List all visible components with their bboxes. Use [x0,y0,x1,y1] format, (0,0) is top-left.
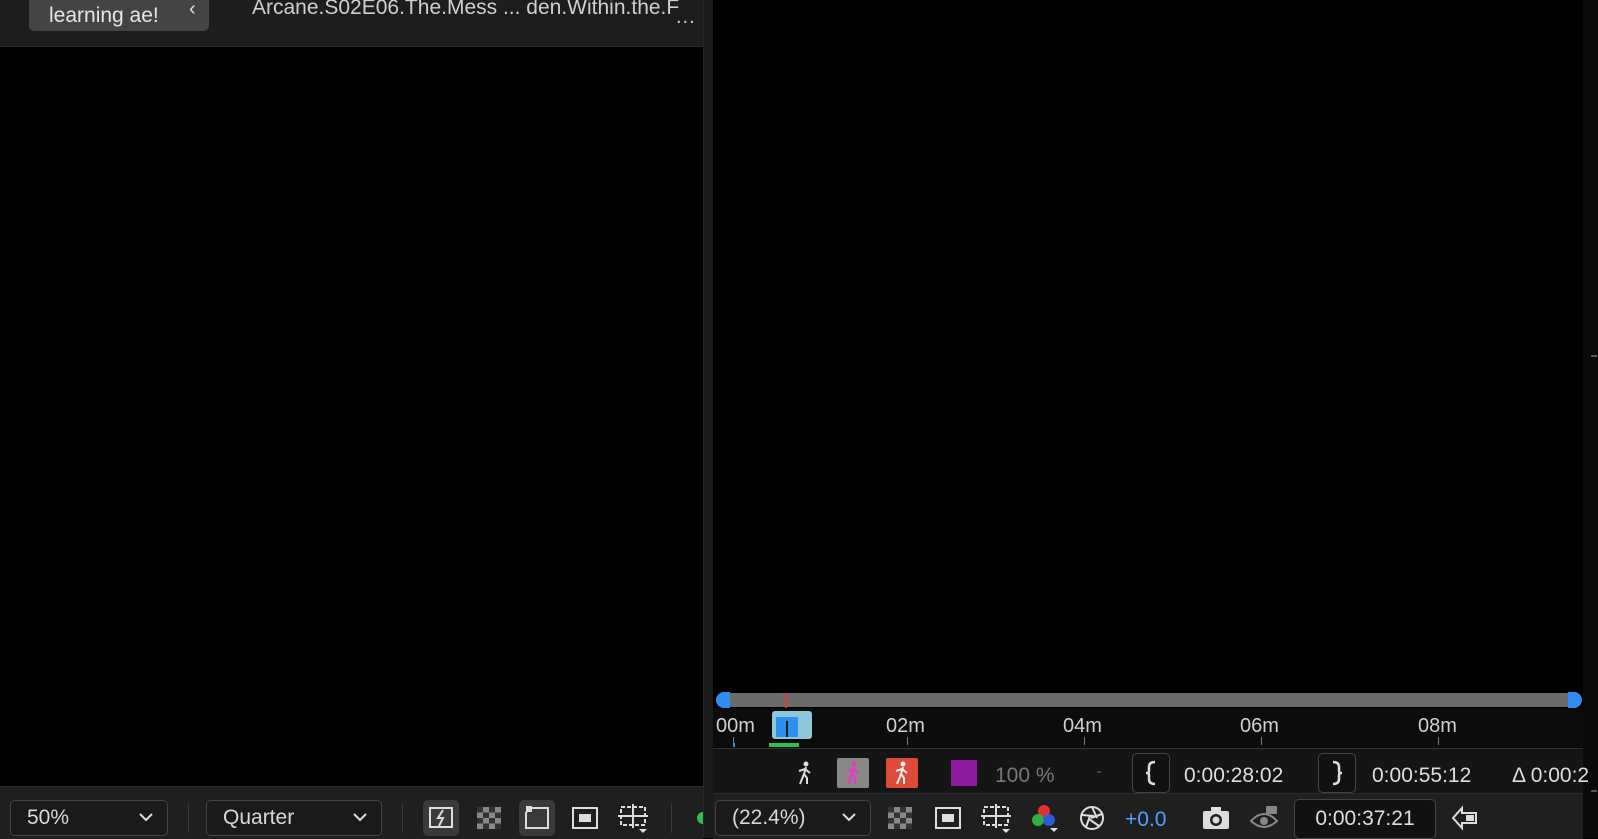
separator-dot [1097,771,1101,773]
reset-exposure-arrow-icon [1451,805,1477,831]
edit-target-button[interactable] [1447,800,1483,836]
grid-guides-icon [981,804,1011,833]
walking-person-icon [798,761,811,785]
footage-viewer[interactable] [713,0,1583,685]
navigator-start-handle[interactable] [716,692,730,708]
region-of-interest-icon [935,807,961,829]
toolbar-divider [188,803,189,833]
current-time-field[interactable]: 0:00:37:21 [1294,799,1436,839]
current-time-indicator[interactable] [776,717,798,737]
in-bracket-icon [1145,760,1156,786]
ruler-label: 02m [886,715,925,737]
ruler-label: 06m [1240,715,1279,737]
out-bracket-icon [1332,760,1343,786]
ruler-tick [907,737,908,745]
region-of-interest-button[interactable] [930,800,966,836]
panel-divider[interactable] [703,0,713,838]
fast-previews-icon [429,807,453,828]
exposure-value[interactable]: +0.0 [1125,808,1166,832]
show-snapshot-eye-icon [1249,806,1279,828]
reset-exposure-button[interactable] [1074,800,1110,836]
transparency-grid-button[interactable] [471,800,507,836]
camera-icon [1203,807,1229,829]
chevron-down-icon [139,813,153,822]
ruler-tick [1261,737,1262,745]
cached-frames-bar [769,743,799,747]
zoom-value: (22.4%) [732,806,806,829]
toolbar-divider [402,803,403,833]
ruler-tick [1438,737,1439,745]
in-point-timecode[interactable]: 0:00:28:02 [1184,764,1283,788]
right-panel-edge [1583,0,1598,838]
lift-extract-button[interactable] [886,758,918,788]
set-in-point-button[interactable] [1132,753,1170,793]
playhead-icon [776,717,798,737]
overlay-person-icon [846,761,859,785]
chevron-down-icon [353,813,367,822]
tab-learning-ae[interactable]: learning ae! ‹ [29,0,209,31]
region-of-interest-icon [572,807,598,829]
ripple-insert-button[interactable] [792,759,818,787]
opacity-value: 100 % [995,764,1055,787]
aperture-icon [1080,806,1104,830]
layer-color-swatch[interactable] [951,760,977,786]
mask-path-icon [525,806,549,829]
in-marker [733,743,735,747]
grid-guide-options-button[interactable] [978,800,1014,836]
resolution-value: Quarter [223,806,295,829]
edge-marker [1591,790,1597,792]
ruler-tick [1084,737,1085,745]
region-of-interest-button[interactable] [567,800,603,836]
chevron-down-icon [842,813,856,822]
magnification-dropdown[interactable]: 50% [10,800,168,836]
ruler-label: 08m [1418,715,1457,737]
tab-arcane-comp[interactable]: Arcane.S02E06.The.Mess ... den.Within.th… [252,0,679,20]
magnification-value: 50% [27,806,70,829]
chevron-left-icon[interactable]: ‹ [189,0,196,21]
zoom-dropdown[interactable]: (22.4%) [715,800,871,836]
set-out-point-button[interactable] [1318,753,1356,793]
extract-person-icon [895,761,908,785]
toolbar-divider [671,803,672,833]
navigator-end-handle[interactable] [1568,692,1582,708]
transparency-grid-button[interactable] [882,800,918,836]
rgb-channels-icon [1032,805,1058,832]
resolution-dropdown[interactable]: Quarter [206,800,382,836]
current-timecode: 0:00:37:21 [1315,807,1415,830]
ruler-label: 04m [1063,715,1102,737]
ruler-label: 00m [716,715,755,737]
show-snapshot-button[interactable] [1246,800,1282,836]
out-point-timecode[interactable]: 0:00:55:12 [1372,764,1471,788]
take-snapshot-button[interactable] [1198,800,1234,836]
duration-timecode: Δ 0:00:2 [1512,764,1590,787]
left-composition-viewer[interactable] [0,47,703,785]
mask-visibility-button[interactable] [519,800,555,836]
time-navigator-bar[interactable] [729,693,1570,707]
fast-previews-button[interactable] [423,800,459,836]
grid-guides-icon [618,804,648,833]
edge-marker [1591,355,1597,357]
grid-guide-options-button[interactable] [615,800,651,836]
tab-label: learning ae! [49,3,159,27]
tab-overflow-more[interactable]: ... [676,6,696,29]
overlay-edit-button[interactable] [837,758,869,788]
show-channel-button[interactable] [1026,800,1062,836]
checkerboard-icon [477,807,501,829]
checkerboard-icon [888,807,912,829]
